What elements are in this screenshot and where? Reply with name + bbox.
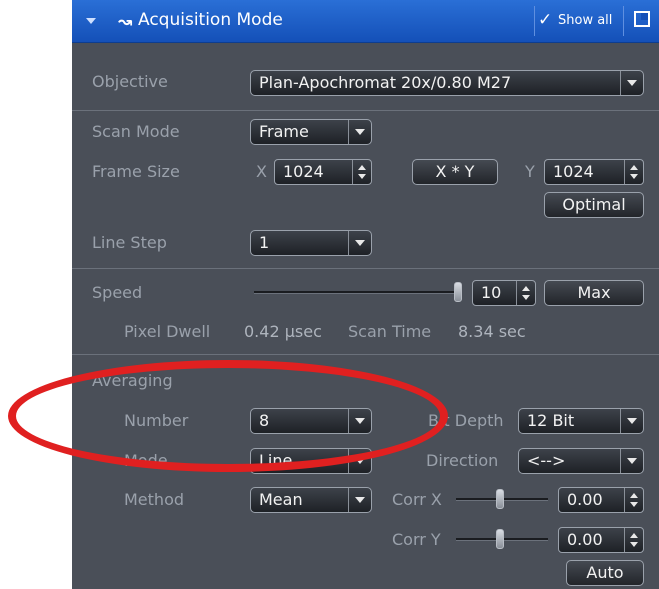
max-button[interactable]: Max <box>544 280 644 306</box>
corr-y-stepper[interactable]: 0.00 <box>558 527 644 553</box>
corr-y-slider-thumb[interactable] <box>496 529 504 549</box>
method-dropdown[interactable]: Mean <box>250 487 372 513</box>
x-times-y-button[interactable]: X * Y <box>412 159 498 185</box>
bit-depth-dropdown[interactable]: 12 Bit <box>518 408 644 434</box>
objective-label: Objective <box>92 72 168 91</box>
corr-x-slider-thumb[interactable] <box>496 489 504 509</box>
objective-value: Plan-Apochromat 20x/0.80 M27 <box>259 73 512 92</box>
popout-window-icon[interactable] <box>634 11 650 27</box>
collapse-triangle-icon[interactable] <box>86 18 96 24</box>
speed-slider-thumb[interactable] <box>454 282 462 302</box>
chevron-down-icon <box>348 231 371 255</box>
show-all-label: Show all <box>558 13 613 28</box>
chevron-down-icon <box>348 488 371 512</box>
auto-button[interactable]: Auto <box>566 560 644 586</box>
speed-stepper[interactable]: 10 <box>472 280 536 306</box>
line-step-value: 1 <box>259 233 270 252</box>
line-step-label: Line Step <box>92 233 167 252</box>
panel-title: Acquisition Mode <box>138 10 283 30</box>
objective-dropdown[interactable]: Plan-Apochromat 20x/0.80 M27 <box>250 70 644 96</box>
scan-mode-dropdown[interactable]: Frame <box>250 119 372 145</box>
chevron-down-icon <box>348 120 371 144</box>
direction-label: Direction <box>426 451 499 470</box>
checkmark-icon: ✓ <box>538 10 553 30</box>
panel-header[interactable]: ↝ Acquisition Mode ✓ Show all <box>72 0 659 43</box>
scan-time-value: 8.34 sec <box>458 322 526 341</box>
corr-y-value: 0.00 <box>567 530 603 549</box>
frame-y-value: 1024 <box>553 162 594 181</box>
scan-mode-label: Scan Mode <box>92 122 180 141</box>
acquisition-mode-panel: ↝ Acquisition Mode ✓ Show all Objective … <box>72 0 659 589</box>
speed-slider-track[interactable] <box>254 291 460 294</box>
divider <box>72 268 659 269</box>
spin-arrows-icon[interactable] <box>352 160 371 184</box>
chevron-down-icon <box>620 449 643 473</box>
divider <box>72 110 659 111</box>
corr-x-stepper[interactable]: 0.00 <box>558 487 644 513</box>
direction-dropdown[interactable]: <--> <box>518 448 644 474</box>
corr-x-label: Corr X <box>392 490 442 509</box>
spin-arrows-icon[interactable] <box>516 281 535 305</box>
highlight-annotation-oval <box>8 360 448 472</box>
speed-value: 10 <box>481 283 502 302</box>
method-label: Method <box>124 490 185 509</box>
frame-y-label: Y <box>525 162 535 181</box>
frame-x-value: 1024 <box>283 162 324 181</box>
spin-arrows-icon[interactable] <box>624 528 643 552</box>
chevron-down-icon <box>620 71 643 95</box>
pixel-dwell-label: Pixel Dwell <box>124 322 211 341</box>
scan-mode-value: Frame <box>259 122 309 141</box>
speed-label: Speed <box>92 283 143 302</box>
scan-time-label: Scan Time <box>348 322 432 341</box>
spin-arrows-icon[interactable] <box>624 160 643 184</box>
frame-y-stepper[interactable]: 1024 <box>544 159 644 185</box>
corr-y-label: Corr Y <box>392 530 441 549</box>
swirl-arrow-icon: ↝ <box>118 12 133 32</box>
spin-arrows-icon[interactable] <box>624 488 643 512</box>
method-value: Mean <box>259 490 303 509</box>
line-step-dropdown[interactable]: 1 <box>250 230 372 256</box>
frame-size-label: Frame Size <box>92 162 180 181</box>
pixel-dwell-value: 0.42 µsec <box>244 322 322 341</box>
frame-x-stepper[interactable]: 1024 <box>274 159 372 185</box>
corr-x-value: 0.00 <box>567 490 603 509</box>
frame-x-label: X <box>256 162 267 181</box>
direction-value: <--> <box>527 451 566 470</box>
chevron-down-icon <box>620 409 643 433</box>
divider <box>72 354 659 355</box>
bit-depth-value: 12 Bit <box>527 411 575 430</box>
optimal-button[interactable]: Optimal <box>544 192 644 218</box>
